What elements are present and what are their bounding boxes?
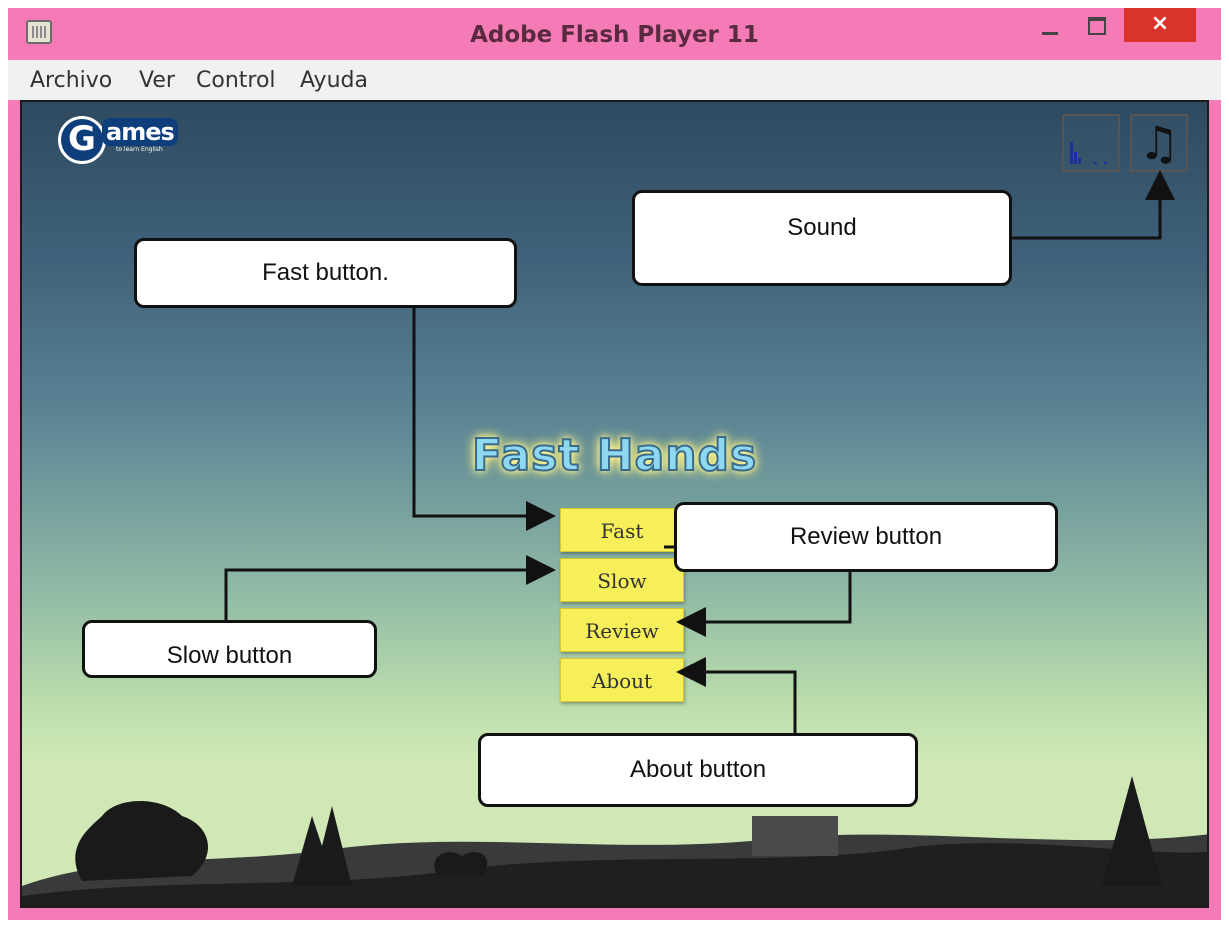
logo-letter: G — [58, 116, 106, 164]
quality-button[interactable] — [1062, 114, 1120, 172]
game-title: Fast Hands — [471, 429, 758, 482]
close-icon: × — [1150, 11, 1170, 36]
slow-button[interactable]: Slow — [560, 558, 684, 602]
logo-text: ames — [102, 118, 178, 146]
logo-tagline: to learn English — [116, 146, 163, 153]
about-button[interactable]: About — [560, 658, 684, 702]
fast-callout: Fast button. — [134, 238, 517, 308]
menu-control[interactable]: Control — [196, 68, 276, 93]
music-note-icon: ♫ — [1138, 116, 1180, 170]
fast-button[interactable]: Fast — [560, 508, 684, 552]
minimize-button[interactable] — [1030, 8, 1070, 42]
close-button[interactable]: × — [1124, 8, 1196, 42]
title-bar[interactable]: Adobe Flash Player 11 × — [8, 8, 1221, 60]
review-button[interactable]: Review — [560, 608, 684, 652]
maximize-button[interactable] — [1076, 8, 1116, 42]
menu-ayuda[interactable]: Ayuda — [300, 68, 368, 93]
sound-button[interactable]: ♫ — [1130, 114, 1188, 172]
about-callout: About button — [478, 733, 918, 807]
sound-callout: Sound — [632, 190, 1012, 286]
slow-callout: Slow button — [82, 620, 377, 678]
menu-bar: Archivo Ver Control Ayuda — [8, 60, 1221, 100]
review-callout: Review button — [674, 502, 1058, 572]
menu-ver[interactable]: Ver — [139, 68, 175, 93]
menu-archivo[interactable]: Archivo — [30, 68, 112, 93]
